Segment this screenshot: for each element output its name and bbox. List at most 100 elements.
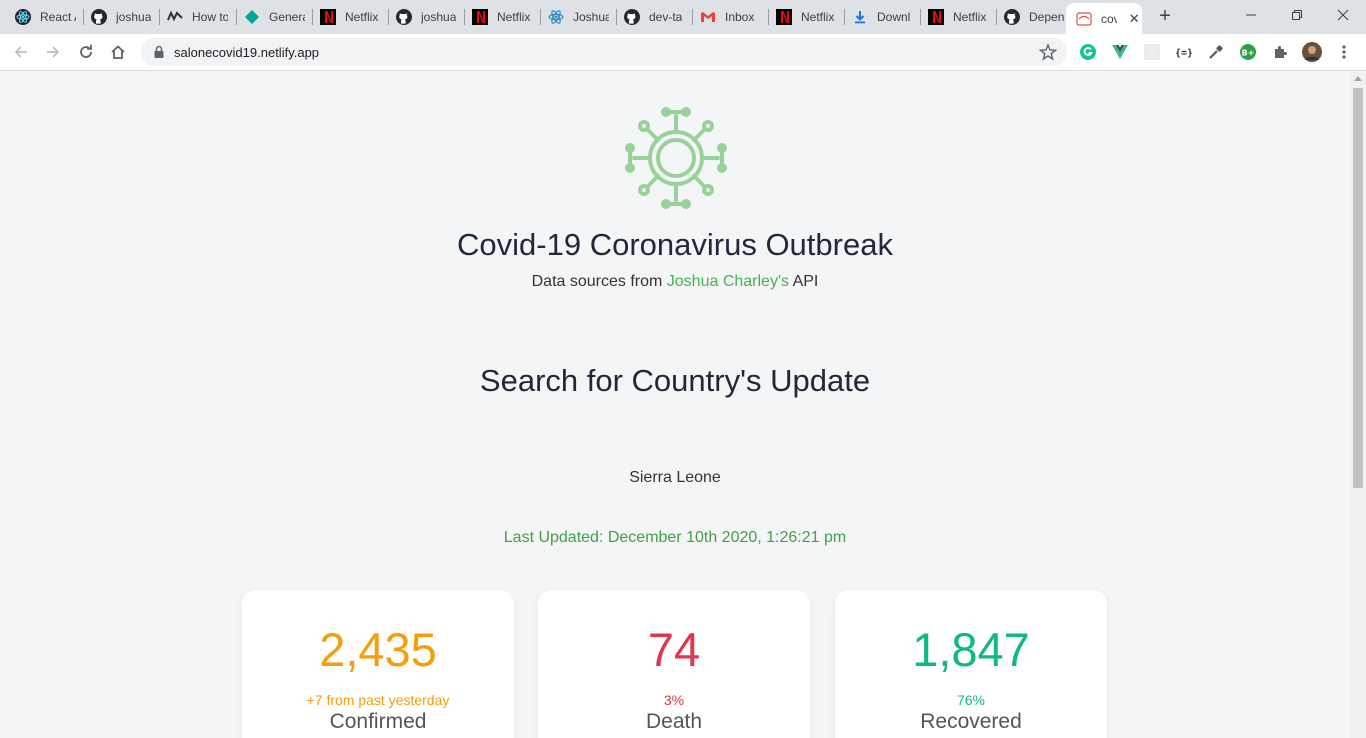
virus-logo-icon	[620, 102, 732, 214]
netflix-icon	[320, 9, 336, 25]
json-viewer-icon[interactable]: {=}	[1174, 42, 1194, 62]
scroll-up-arrow-icon[interactable]	[1354, 76, 1362, 81]
new-tab-button[interactable]: +	[1153, 5, 1177, 29]
back-button[interactable]	[9, 40, 33, 64]
home-icon	[111, 45, 125, 59]
tab-title: Downl	[877, 10, 911, 24]
url-text[interactable]: salonecovid19.netlify.app	[174, 45, 319, 60]
tab-title: Netflix	[345, 10, 379, 24]
tab-title: Genera	[269, 10, 305, 24]
tab-title: How to	[192, 10, 228, 24]
browser-tab[interactable]: Netflix	[913, 0, 989, 34]
netflix-icon	[472, 9, 488, 25]
recovered-rate: 76%	[956, 692, 986, 708]
maximize-button[interactable]	[1274, 0, 1320, 30]
browser-tab[interactable]: joshua	[76, 0, 152, 34]
confirmed-count: 2,435	[319, 623, 437, 676]
browser-tab[interactable]: Depen	[989, 0, 1065, 34]
recovered-count: 1,847	[912, 623, 1030, 676]
github-icon	[396, 9, 412, 25]
browser-tab[interactable]: Joshua	[533, 0, 609, 34]
browser-tab[interactable]: joshua	[381, 0, 457, 34]
country-name: Sierra Leone	[629, 469, 721, 486]
minimize-button[interactable]	[1228, 0, 1274, 30]
close-window-button[interactable]	[1320, 0, 1366, 30]
death-rate: 3%	[663, 692, 685, 708]
extension-blank-icon[interactable]	[1142, 42, 1162, 62]
reload-icon	[80, 44, 92, 58]
tab-title: Joshua	[573, 10, 609, 24]
browser-tab[interactable]: Netflix	[761, 0, 837, 34]
recovered-label: Recovered	[920, 710, 1022, 733]
browser-tab[interactable]: Inbox	[685, 0, 761, 34]
scrollbar-thumb[interactable]	[1353, 88, 1363, 488]
reload-button[interactable]	[74, 40, 98, 64]
browser-menu-icon[interactable]	[1334, 42, 1354, 62]
source-prefix: Data sources from	[531, 273, 667, 290]
minimize-icon	[1246, 14, 1256, 16]
last-updated: Last Updated: December 10th 2020, 1:26:2…	[503, 529, 847, 546]
browser-tab[interactable]: Genera	[229, 0, 305, 34]
close-icon	[1337, 9, 1349, 21]
restore-icon	[1292, 10, 1302, 20]
bookmark-star-icon[interactable]	[1038, 43, 1058, 66]
tab-title: Netflix	[953, 10, 987, 24]
confirmed-change: +7 from past yesterday	[306, 692, 450, 708]
diamond-icon	[244, 9, 260, 25]
github-icon	[91, 9, 107, 25]
react-icon	[15, 9, 31, 25]
browser-tab[interactable]: How to	[152, 0, 228, 34]
download-icon	[852, 9, 868, 25]
tab-strip: React A joshua How to Genera Netflix jos…	[0, 0, 1366, 34]
page-scrollbar[interactable]	[1350, 72, 1366, 738]
tab-title: Inbox	[725, 10, 755, 24]
page-title: Covid-19 Coronavirus Outbreak	[457, 227, 893, 262]
browser-tab[interactable]: dev-ta	[609, 0, 685, 34]
browser-tab-active[interactable]: cov ✕	[1066, 3, 1142, 34]
source-link[interactable]: Joshua Charley's	[667, 273, 789, 290]
svg-text:B+: B+	[1242, 49, 1255, 58]
tab-title: React A	[40, 10, 76, 24]
extensions-puzzle-icon[interactable]	[1270, 42, 1290, 62]
netflix-icon	[776, 9, 792, 25]
react-icon	[548, 9, 564, 25]
covid-site-icon	[1076, 11, 1092, 27]
page-viewport: Covid-19 Coronavirus Outbreak Data sourc…	[0, 72, 1350, 738]
profile-avatar-icon[interactable]	[1302, 42, 1322, 62]
browser-tab[interactable]: React A	[0, 0, 76, 34]
tab-title: dev-ta	[649, 10, 683, 24]
data-source-line: Data sources from Joshua Charley's API	[0, 273, 1350, 291]
browser-tab[interactable]: Netflix	[457, 0, 533, 34]
wave-icon	[167, 9, 183, 25]
browser-tab[interactable]: Netflix	[305, 0, 381, 34]
grammarly-icon[interactable]	[1078, 42, 1098, 62]
tab-title: cov	[1101, 11, 1117, 26]
github-icon	[1004, 9, 1020, 25]
github-icon	[624, 9, 640, 25]
home-button[interactable]	[106, 40, 130, 64]
browser-tab[interactable]: Downl	[837, 0, 913, 34]
back-arrow-icon	[14, 46, 27, 58]
tab-close-icon[interactable]: ✕	[1127, 11, 1143, 27]
search-heading: Search for Country's Update	[479, 363, 871, 398]
death-count: 74	[647, 623, 701, 676]
source-suffix: API	[789, 273, 819, 290]
bplus-extension-icon[interactable]: B+	[1238, 42, 1258, 62]
tab-title: Netflix	[497, 10, 531, 24]
address-bar[interactable]: salonecovid19.netlify.app	[141, 38, 1067, 66]
death-card: 74 3% Death	[538, 590, 810, 738]
confirmed-label: Confirmed	[329, 710, 427, 733]
browser-toolbar: salonecovid19.netlify.app {=} B+	[0, 34, 1366, 71]
tab-title: joshua	[116, 10, 152, 24]
tab-title: Netflix	[801, 10, 835, 24]
tab-title: Depen	[1029, 10, 1065, 24]
lock-icon[interactable]	[153, 45, 165, 64]
forward-arrow-icon	[47, 46, 60, 58]
color-picker-icon[interactable]	[1206, 42, 1226, 62]
gmail-icon	[700, 9, 716, 25]
tab-title: joshua	[421, 10, 457, 24]
netflix-icon	[928, 9, 944, 25]
death-label: Death	[645, 710, 703, 733]
forward-button[interactable]	[41, 40, 65, 64]
vue-devtools-icon[interactable]	[1110, 42, 1130, 62]
